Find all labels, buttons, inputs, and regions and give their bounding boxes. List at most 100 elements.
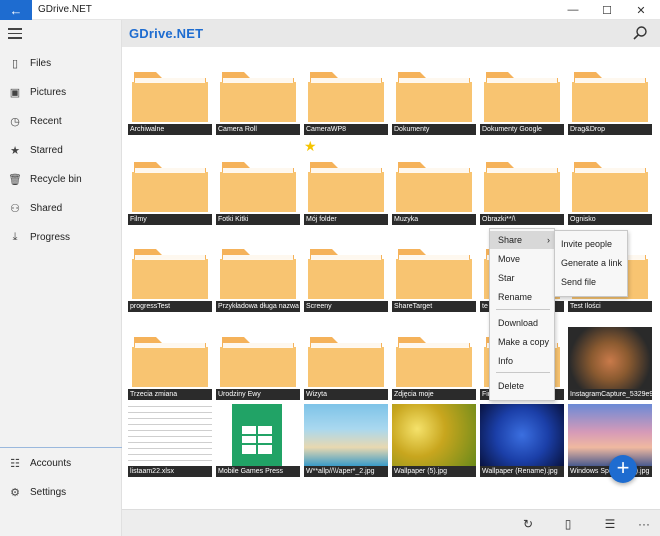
sidebar-item-accounts[interactable]: ☷ Accounts	[0, 450, 122, 476]
file-tile[interactable]: listaam22.xlsx	[128, 404, 212, 478]
tile-thumbnail	[392, 239, 476, 301]
file-tile[interactable]: Wallpaper (Rename).jpg	[480, 404, 564, 478]
folder-tile[interactable]: Obrazki**/\	[480, 152, 564, 226]
tile-thumbnail	[304, 404, 388, 466]
folder-tile[interactable]: Filmy	[128, 152, 212, 226]
sidebar-item-progress[interactable]: ⤓ Progress	[0, 224, 122, 250]
tile-thumbnail	[568, 327, 652, 389]
submenu-item-invite-people[interactable]: Invite people	[555, 235, 629, 254]
list-view-icon[interactable]: ☰	[602, 516, 618, 532]
menu-item-label: Star	[498, 273, 515, 283]
star-icon: ★	[10, 144, 20, 157]
submenu-item-generate-a-link[interactable]: Generate a link	[555, 254, 629, 273]
more-icon[interactable]: ···	[636, 516, 652, 532]
spreadsheet-icon	[232, 404, 282, 466]
select-icon[interactable]: ▯	[560, 516, 576, 532]
sidebar-item-label: Shared	[30, 202, 63, 214]
tile-thumbnail	[128, 239, 212, 301]
folder-tile[interactable]: Fotki Kitki	[216, 152, 300, 226]
refresh-icon[interactable]: ↻	[520, 516, 536, 532]
tile-thumbnail	[304, 239, 388, 301]
menu-item-label: Info	[498, 356, 514, 366]
folder-tile[interactable]: CameraWP8	[304, 62, 388, 136]
folder-icon	[308, 72, 384, 122]
tile-caption: InstagramCapture_5329e908	[568, 389, 652, 400]
folder-icon	[220, 72, 296, 122]
folder-icon	[132, 249, 208, 299]
sidebar-item-label: Files	[30, 57, 52, 69]
folder-icon	[132, 337, 208, 387]
folder-tile[interactable]: Wizyta	[304, 327, 388, 401]
tile-caption: Trzecia zmiana	[128, 389, 212, 400]
tile-caption: progressTest	[128, 301, 212, 312]
file-tile[interactable]: Wallpaper (5).jpg	[392, 404, 476, 478]
menu-item-delete[interactable]: Delete	[490, 377, 556, 395]
folder-tile[interactable]: ★ Mój folder	[304, 138, 388, 226]
menu-item-label: Download	[498, 318, 539, 328]
menu-item-label: Delete	[498, 381, 525, 391]
folder-icon	[132, 72, 208, 122]
folder-tile[interactable]: Dokumenty	[392, 62, 476, 136]
folder-tile[interactable]: Screeny	[304, 239, 388, 313]
sidebar-divider	[0, 447, 122, 448]
sidebar-item-label: Starred	[30, 144, 63, 156]
folder-icon	[308, 249, 384, 299]
submenu-item-send-file[interactable]: Send file	[555, 273, 629, 292]
tile-thumbnail	[480, 152, 564, 214]
folder-icon	[396, 162, 472, 212]
sidebar-item-recycle-bin[interactable]: 🗑 Recycle bin	[0, 166, 122, 192]
sidebar-item-settings[interactable]: ⚙ Settings	[0, 479, 122, 505]
folder-icon	[220, 249, 296, 299]
file-tile[interactable]: W**allp//\\/aper*_2.jpg	[304, 404, 388, 478]
folder-tile[interactable]: Ognisko	[568, 152, 652, 226]
tile-caption: Camera Roll	[216, 124, 300, 135]
gear-icon: ⚙	[10, 486, 20, 499]
hamburger-menu-icon[interactable]	[8, 28, 22, 40]
close-button[interactable]: ✕	[624, 0, 658, 20]
sidebar-item-starred[interactable]: ★ Starred	[0, 137, 122, 163]
trash-icon: 🗑	[8, 173, 22, 186]
folder-tile[interactable]: Zdjęcia moje	[392, 327, 476, 401]
sidebar-item-shared[interactable]: ⚇ Shared	[0, 195, 122, 221]
menu-item-star[interactable]: Star	[490, 269, 556, 287]
file-tile[interactable]: Mobile Games Press	[216, 404, 300, 478]
folder-icon	[572, 72, 648, 122]
menu-item-rename[interactable]: Rename	[490, 288, 556, 306]
folder-tile[interactable]: Camera Roll	[216, 62, 300, 136]
folder-tile[interactable]: Archiwalne	[128, 62, 212, 136]
folder-tile[interactable]: Muzyka	[392, 152, 476, 226]
minimize-button[interactable]: —	[556, 0, 590, 20]
tile-caption: Mobile Games Press	[216, 466, 300, 477]
menu-item-label: Share	[498, 235, 523, 245]
tile-caption: Fotki Kitki	[216, 214, 300, 225]
menu-divider	[496, 309, 550, 310]
menu-item-make-a-copy[interactable]: Make a copy	[490, 333, 556, 351]
sidebar-item-files[interactable]: ▯ Files	[0, 50, 122, 76]
menu-item-info[interactable]: Info	[490, 352, 556, 370]
clock-icon: ◷	[10, 115, 20, 128]
menu-item-move[interactable]: Move	[490, 250, 556, 268]
tile-thumbnail	[216, 404, 300, 466]
sidebar-item-label: Pictures	[30, 86, 67, 98]
menu-item-download[interactable]: Download	[490, 314, 556, 332]
maximize-button[interactable]: ☐	[590, 0, 624, 20]
back-button[interactable]: ←	[0, 0, 32, 20]
folder-icon	[396, 249, 472, 299]
folder-tile[interactable]: ShareTarget	[392, 239, 476, 313]
file-tile[interactable]: InstagramCapture_5329e908	[568, 327, 652, 401]
add-button[interactable]: +	[609, 455, 637, 483]
menu-item-share[interactable]: Share ›	[490, 231, 556, 249]
folder-tile[interactable]: Urodziny Ewy	[216, 327, 300, 401]
tile-caption: Mój folder	[304, 214, 388, 225]
tile-caption: Ognisko	[568, 214, 652, 225]
folder-tile[interactable]: Dokumenty Google	[480, 62, 564, 136]
search-icon[interactable]	[632, 25, 648, 41]
folder-tile[interactable]: Przykładowa długa nazwa fo	[216, 239, 300, 313]
sidebar-item-recent[interactable]: ◷ Recent	[0, 108, 122, 134]
folder-tile[interactable]: Drag&Drop	[568, 62, 652, 136]
tile-caption: Test Ilości	[568, 301, 652, 312]
sidebar-item-pictures[interactable]: ▣ Pictures	[0, 79, 122, 105]
folder-tile[interactable]: Trzecia zmiana	[128, 327, 212, 401]
folder-icon	[220, 337, 296, 387]
folder-tile[interactable]: progressTest	[128, 239, 212, 313]
